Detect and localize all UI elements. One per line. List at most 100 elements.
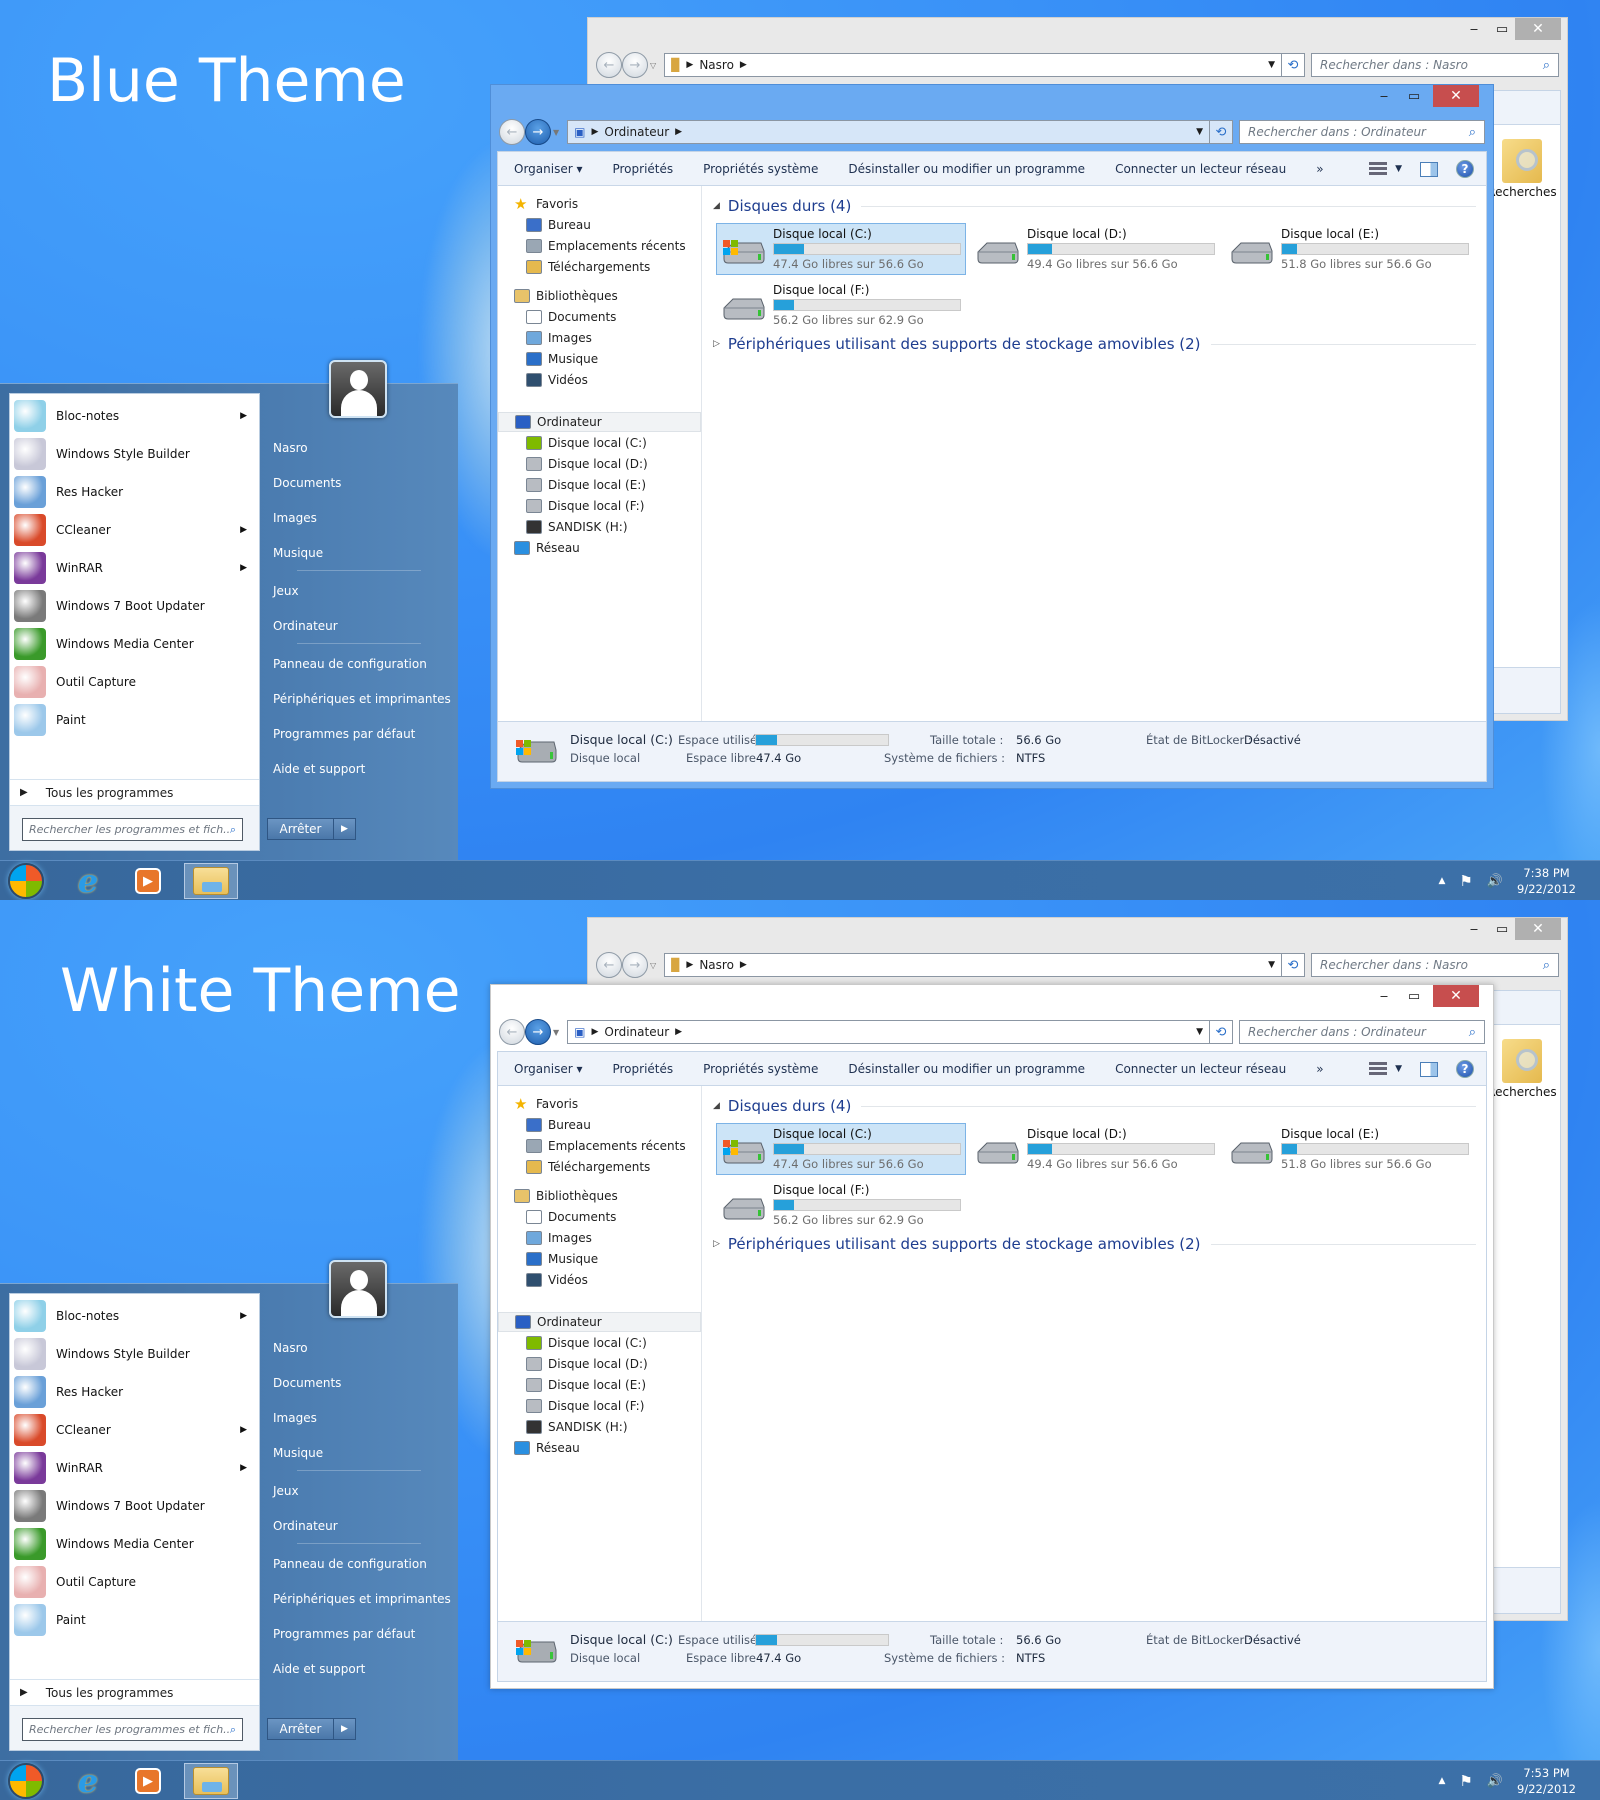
program-item[interactable]: Windows Media Center <box>14 626 255 662</box>
breadcrumb[interactable]: Ordinateur <box>604 125 669 139</box>
recent-pages-icon[interactable]: ▼ <box>553 128 559 137</box>
search-icon[interactable]: ⌕ <box>230 823 236 837</box>
uninstall-program-button[interactable]: Désinstaller ou modifier un programme <box>848 1062 1085 1076</box>
recent-pages-icon[interactable]: ▽ <box>650 961 656 970</box>
search-icon[interactable]: ⌕ <box>1469 1025 1476 1040</box>
maximize-button[interactable]: ▭ <box>1489 18 1515 40</box>
search-icon[interactable]: ⌕ <box>1469 125 1476 140</box>
collapse-icon[interactable]: ◢ <box>713 201 720 211</box>
expand-icon[interactable]: ▷ <box>713 1239 720 1249</box>
search-icon[interactable]: ⌕ <box>230 1723 236 1737</box>
taskbar-internet-explorer[interactable]: e <box>64 862 112 900</box>
nav-item[interactable]: Documents <box>498 307 701 327</box>
start-menu-link[interactable]: Images <box>273 1411 317 1425</box>
system-properties-button[interactable]: Propriétés système <box>703 162 818 176</box>
taskbar-file-explorer[interactable] <box>184 863 238 899</box>
submenu-arrow-icon[interactable]: ▶ <box>240 411 247 421</box>
title-bar[interactable]: ‒ ▭ ✕ <box>588 18 1567 48</box>
address-bar[interactable]: ▉ ▶ Nasro ▶ ▼ <box>664 53 1282 77</box>
start-menu-link[interactable]: Aide et support <box>273 1662 365 1676</box>
program-item[interactable]: Res Hacker <box>14 1374 255 1410</box>
nav-item[interactable]: Images <box>498 328 701 348</box>
explorer-window[interactable]: ‒ ▭ ✕ ← → ▼ ▣ ▶ Ordinateur ▶ ▼ ⟲ Recherc… <box>490 84 1494 789</box>
address-dropdown-icon[interactable]: ▼ <box>1268 960 1275 970</box>
program-item[interactable]: Windows 7 Boot Updater <box>14 588 255 624</box>
start-menu-link[interactable]: Musique <box>273 546 323 560</box>
nav-network[interactable]: Réseau <box>498 1438 701 1458</box>
shutdown-button[interactable]: Arrêter <box>268 819 334 839</box>
nav-item[interactable]: Bureau <box>498 1115 701 1135</box>
title-bar[interactable]: ‒ ▭ ✕ <box>588 918 1567 948</box>
recent-pages-icon[interactable]: ▼ <box>553 1028 559 1037</box>
drive-tile[interactable]: Disque local (C:) 47.4 Go libres sur 56.6… <box>716 1123 966 1175</box>
group-header-hard-disks[interactable]: ◢ Disques durs (4) <box>713 1096 1476 1116</box>
nav-item[interactable]: Emplacements récents <box>498 1136 701 1156</box>
recent-pages-icon[interactable]: ▽ <box>650 61 656 70</box>
start-search-input[interactable]: Rechercher les programmes et fich... ⌕ <box>22 818 243 841</box>
nav-item[interactable]: Disque local (F:) <box>498 496 701 516</box>
start-menu-link[interactable]: Musique <box>273 1446 323 1460</box>
nav-item[interactable]: Emplacements récents <box>498 236 701 256</box>
group-header-removable[interactable]: ▷ Périphériques utilisant des supports d… <box>713 1234 1476 1254</box>
nav-item[interactable]: Disque local (E:) <box>498 1375 701 1395</box>
close-button[interactable]: ✕ <box>1433 985 1479 1007</box>
nav-item[interactable]: Disque local (C:) <box>498 433 701 453</box>
title-bar[interactable]: ‒ ▭ ✕ <box>491 85 1493 115</box>
nav-item[interactable]: Images <box>498 1228 701 1248</box>
program-item[interactable]: Windows Style Builder <box>14 1336 255 1372</box>
program-item[interactable]: CCleaner ▶ <box>14 1412 255 1448</box>
nav-item[interactable]: Disque local (D:) <box>498 454 701 474</box>
nav-item[interactable]: Disque local (E:) <box>498 475 701 495</box>
close-button[interactable]: ✕ <box>1433 85 1479 107</box>
drive-tile[interactable]: Disque local (F:) 56.2 Go libres sur 62.9… <box>716 279 966 331</box>
start-menu-link[interactable]: Panneau de configuration <box>273 1557 427 1571</box>
maximize-button[interactable]: ▭ <box>1401 85 1427 107</box>
forward-button[interactable]: → <box>525 1019 551 1045</box>
nav-favorites[interactable]: ★ Favoris <box>498 1094 701 1114</box>
organize-menu[interactable]: Organiser ▾ <box>514 162 582 176</box>
drive-tile[interactable]: Disque local (E:) 51.8 Go libres sur 56.6… <box>1224 223 1474 275</box>
start-menu-link[interactable]: Nasro <box>273 1341 308 1355</box>
taskbar-media-player[interactable]: ▶ <box>124 863 172 899</box>
nav-item[interactable]: Vidéos <box>498 370 701 390</box>
collapse-icon[interactable]: ◢ <box>713 1101 720 1111</box>
maximize-button[interactable]: ▭ <box>1401 985 1427 1007</box>
start-menu-link[interactable]: Ordinateur <box>273 1519 338 1533</box>
back-button[interactable]: ← <box>596 52 622 78</box>
nav-item[interactable]: Bureau <box>498 215 701 235</box>
search-input[interactable]: Rechercher dans : Ordinateur ⌕ <box>1239 1020 1485 1044</box>
explorer-window[interactable]: ‒ ▭ ✕ ← → ▼ ▣ ▶ Ordinateur ▶ ▼ ⟲ Recherc… <box>490 984 1494 1689</box>
close-button[interactable]: ✕ <box>1515 18 1561 40</box>
start-menu-link[interactable]: Ordinateur <box>273 619 338 633</box>
properties-button[interactable]: Propriétés <box>612 1062 673 1076</box>
drive-tile[interactable]: Disque local (D:) 49.4 Go libres sur 56.6… <box>970 1123 1220 1175</box>
nav-item[interactable]: Documents <box>498 1207 701 1227</box>
show-hidden-icons-button[interactable]: ▲ <box>1438 876 1445 886</box>
nav-computer[interactable]: Ordinateur <box>498 1312 701 1332</box>
taskbar-file-explorer[interactable] <box>184 1763 238 1799</box>
program-item[interactable]: Paint <box>14 702 255 738</box>
start-menu-link[interactable]: Aide et support <box>273 762 365 776</box>
more-commands-button[interactable]: » <box>1316 162 1323 176</box>
chevron-right-icon[interactable]: ▶ <box>675 127 682 137</box>
start-menu-link[interactable]: Périphériques et imprimantes <box>273 692 451 706</box>
close-button[interactable]: ✕ <box>1515 918 1561 940</box>
nav-computer[interactable]: Ordinateur <box>498 412 701 432</box>
view-dropdown-icon[interactable]: ▼ <box>1395 1064 1402 1074</box>
help-icon[interactable]: ? <box>1456 160 1474 178</box>
breadcrumb[interactable]: Ordinateur <box>604 1025 669 1039</box>
user-avatar[interactable] <box>329 360 387 418</box>
folder-item[interactable]: Recherches <box>1487 1039 1557 1099</box>
drive-tile[interactable]: Disque local (F:) 56.2 Go libres sur 62.9… <box>716 1179 966 1231</box>
start-menu-link[interactable]: Programmes par défaut <box>273 1627 415 1641</box>
action-center-flag-icon[interactable]: ⚑ <box>1459 1772 1472 1790</box>
system-properties-button[interactable]: Propriétés système <box>703 1062 818 1076</box>
chevron-right-icon[interactable]: ▶ <box>675 1027 682 1037</box>
start-button[interactable] <box>8 863 44 899</box>
breadcrumb[interactable]: Nasro <box>699 958 734 972</box>
address-bar[interactable]: ▉ ▶ Nasro ▶ ▼ <box>664 953 1282 977</box>
nav-libraries[interactable]: Bibliothèques <box>498 1186 701 1206</box>
chevron-right-icon[interactable]: ▶ <box>740 960 747 970</box>
start-menu-link[interactable]: Nasro <box>273 441 308 455</box>
chevron-right-icon[interactable]: ▶ <box>740 60 747 70</box>
